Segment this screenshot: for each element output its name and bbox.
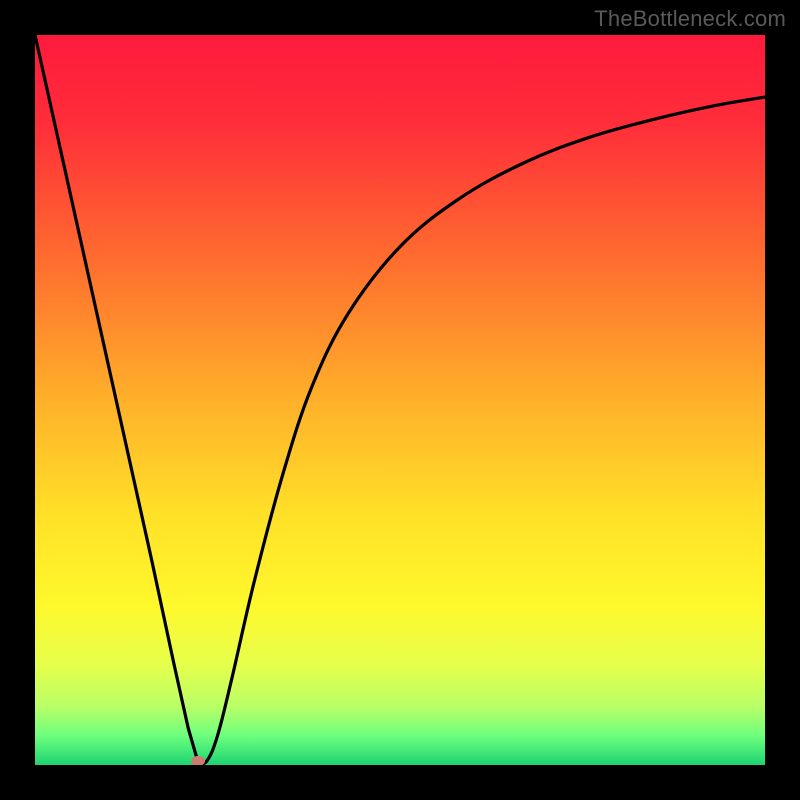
- curve-layer: [35, 35, 765, 765]
- watermark-text: TheBottleneck.com: [594, 6, 786, 32]
- minimum-marker: [191, 756, 205, 765]
- bottleneck-curve: [35, 35, 765, 763]
- plot-area: [35, 35, 765, 765]
- chart-frame: TheBottleneck.com: [0, 0, 800, 800]
